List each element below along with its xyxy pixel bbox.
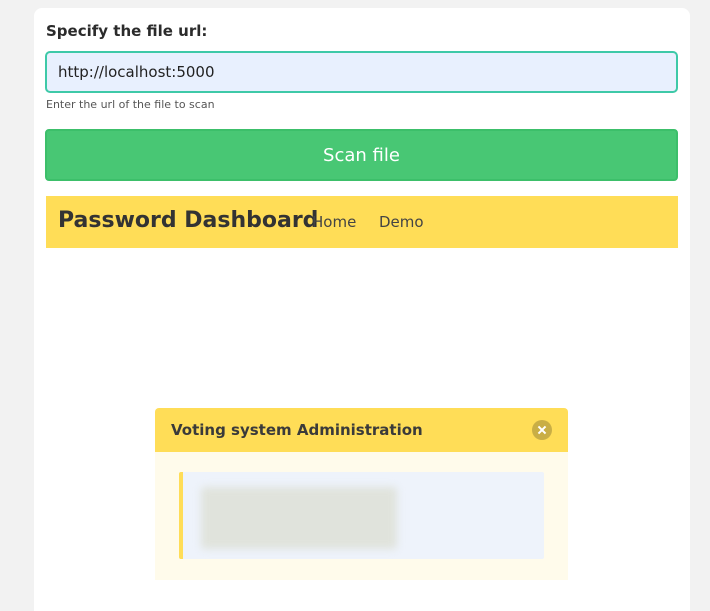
navbar-brand[interactable]: Password Dashboard <box>58 208 318 233</box>
close-icon[interactable] <box>532 420 552 440</box>
modal-notice <box>179 472 544 559</box>
scan-file-button[interactable]: Scan file <box>45 129 678 181</box>
scanned-page-preview: Password Dashboard Home Demo Voting syst… <box>46 196 678 611</box>
blurred-content <box>201 487 397 549</box>
nav-item-demo[interactable]: Demo <box>379 213 424 231</box>
modal-title: Voting system Administration <box>171 421 423 439</box>
file-url-help-text: Enter the url of the file to scan <box>46 98 215 111</box>
file-url-input[interactable] <box>45 51 678 93</box>
file-url-label: Specify the file url: <box>46 22 208 40</box>
preview-navbar: Password Dashboard Home Demo <box>46 196 678 248</box>
modal-header: Voting system Administration <box>155 408 568 452</box>
admin-modal: Voting system Administration <box>155 408 568 580</box>
nav-item-home[interactable]: Home <box>312 213 356 231</box>
